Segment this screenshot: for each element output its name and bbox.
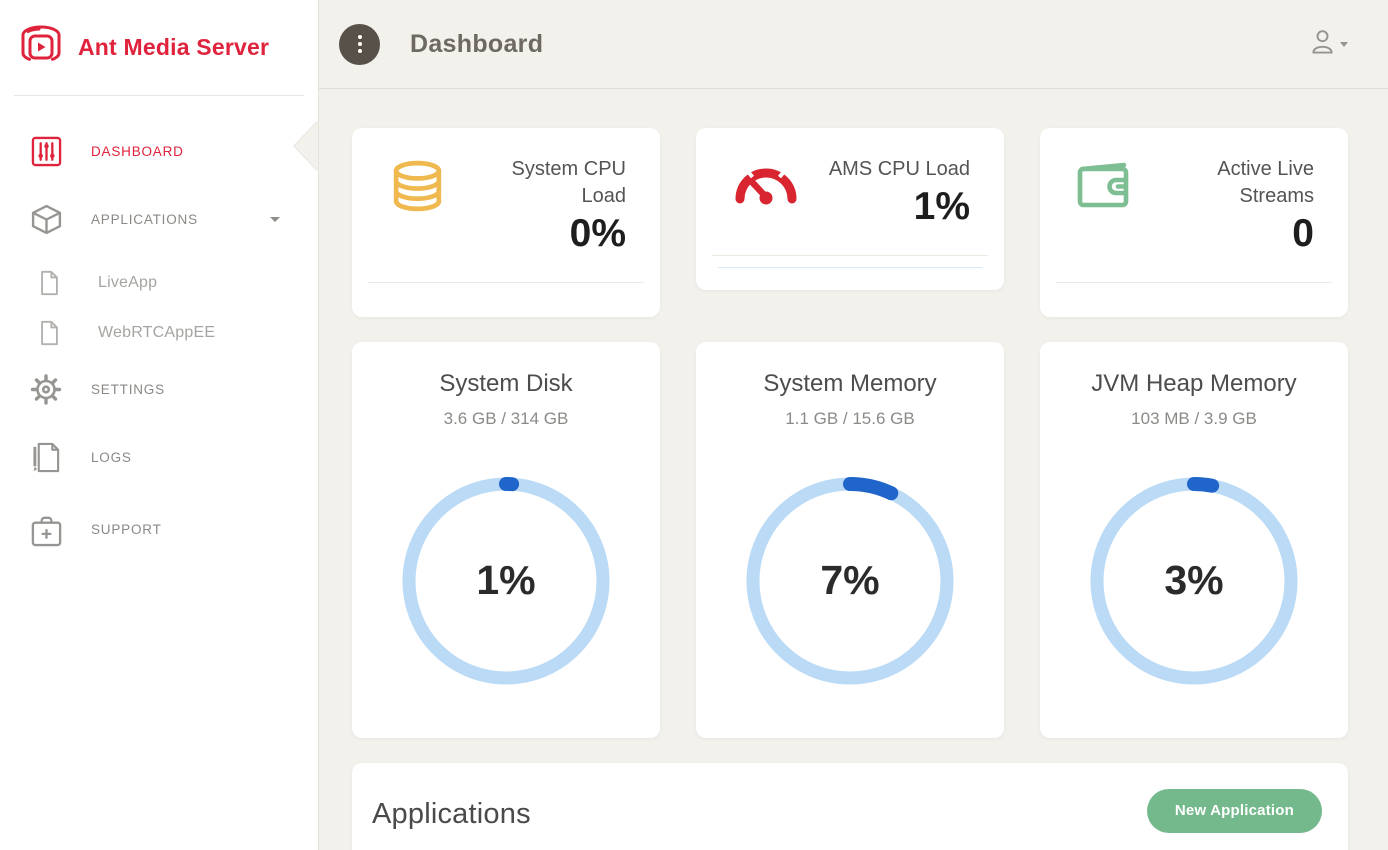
gauge-subtitle: 3.6 GB / 314 GB [352,409,660,429]
main-area: Dashboard [319,0,1388,850]
sidebar-item-liveapp[interactable]: LiveApp [0,264,318,302]
gauge-title: JVM Heap Memory [1040,370,1348,398]
stat-card-ams-cpu-load: AMS CPU Load 1% [696,128,1004,290]
card-divider [712,255,988,256]
new-application-button[interactable]: New Application [1147,789,1322,833]
gear-icon [28,371,64,408]
stat-value: 0% [494,211,626,258]
sidebar-item-label: SETTINGS [91,382,165,397]
gauge-percent: 3% [1089,476,1299,686]
sidebar-item-label: APPLICATIONS [91,212,198,227]
user-icon [1310,28,1335,60]
gauge-subtitle: 1.1 GB / 15.6 GB [696,409,1004,429]
gauge-cards-row: System Disk 3.6 GB / 314 GB 1% System Me… [352,342,1348,738]
gauge-percent: 1% [401,476,611,686]
sidebar-item-logs[interactable]: LOGS [0,434,318,480]
wallet-icon [1074,156,1136,258]
brand[interactable]: Ant Media Server [0,0,318,95]
sliders-icon [28,136,64,167]
sidebar-item-label: WebRTCAppEE [98,324,215,342]
donut-gauge: 3% [1089,476,1299,686]
sidebar-item-label: LiveApp [98,274,157,292]
gauge-card-system-disk: System Disk 3.6 GB / 314 GB 1% [352,342,660,738]
logs-icon [28,441,64,474]
chevron-down-icon [270,217,280,222]
gauge-card-jvm-heap-memory: JVM Heap Memory 103 MB / 3.9 GB 3% [1040,342,1348,738]
gauge-title: System Disk [352,370,660,398]
sidebar-item-label: DASHBOARD [91,144,184,159]
applications-card: Applications New Application [352,763,1348,850]
file-icon [31,270,67,296]
sidebar-item-label: LOGS [91,450,132,465]
page-title: Dashboard [410,30,543,59]
app-sidebar: Ant Media Server DASHBOARD [0,0,319,850]
active-item-notch [294,121,318,171]
support-icon [28,512,64,547]
sidebar-item-settings[interactable]: SETTINGS [0,366,318,412]
stat-card-system-cpu-load: System CPU Load 0% [352,128,660,317]
gauge-subtitle: 103 MB / 3.9 GB [1040,409,1348,429]
brand-logo-icon [18,23,64,72]
brand-name: Ant Media Server [78,34,269,61]
header: Dashboard [319,0,1388,89]
speedometer-icon [730,156,800,231]
applications-title: Applications [372,789,531,831]
database-icon [386,156,449,258]
stat-label: AMS CPU Load [829,156,970,183]
gauge-card-system-memory: System Memory 1.1 GB / 15.6 GB 7% [696,342,1004,738]
stat-card-active-live-streams: Active Live Streams 0 [1040,128,1348,317]
stat-label: Active Live Streams [1182,156,1314,210]
stat-value: 1% [829,184,970,231]
box-icon [28,203,64,236]
chevron-down-icon [1340,42,1348,47]
stat-cards-row: System CPU Load 0% [352,128,1348,317]
sidebar-item-webrtcappee[interactable]: WebRTCAppEE [0,314,318,352]
menu-button[interactable] [339,24,380,65]
gauge-title: System Memory [696,370,1004,398]
sidebar-item-support[interactable]: SUPPORT [0,506,318,552]
gauge-percent: 7% [745,476,955,686]
sidebar-nav: DASHBOARD APPLICATIONS LiveApp [0,96,318,552]
sidebar-item-dashboard[interactable]: DASHBOARD [0,128,318,174]
file-icon [31,320,67,346]
kebab-icon [358,35,362,39]
donut-gauge: 1% [401,476,611,686]
sidebar-item-label: SUPPORT [91,522,162,537]
sidebar-item-applications[interactable]: APPLICATIONS [0,196,318,242]
donut-gauge: 7% [745,476,955,686]
stat-label: System CPU Load [494,156,626,210]
user-menu-button[interactable] [1310,28,1348,60]
content: System CPU Load 0% [319,89,1388,850]
stat-value: 0 [1182,211,1314,258]
